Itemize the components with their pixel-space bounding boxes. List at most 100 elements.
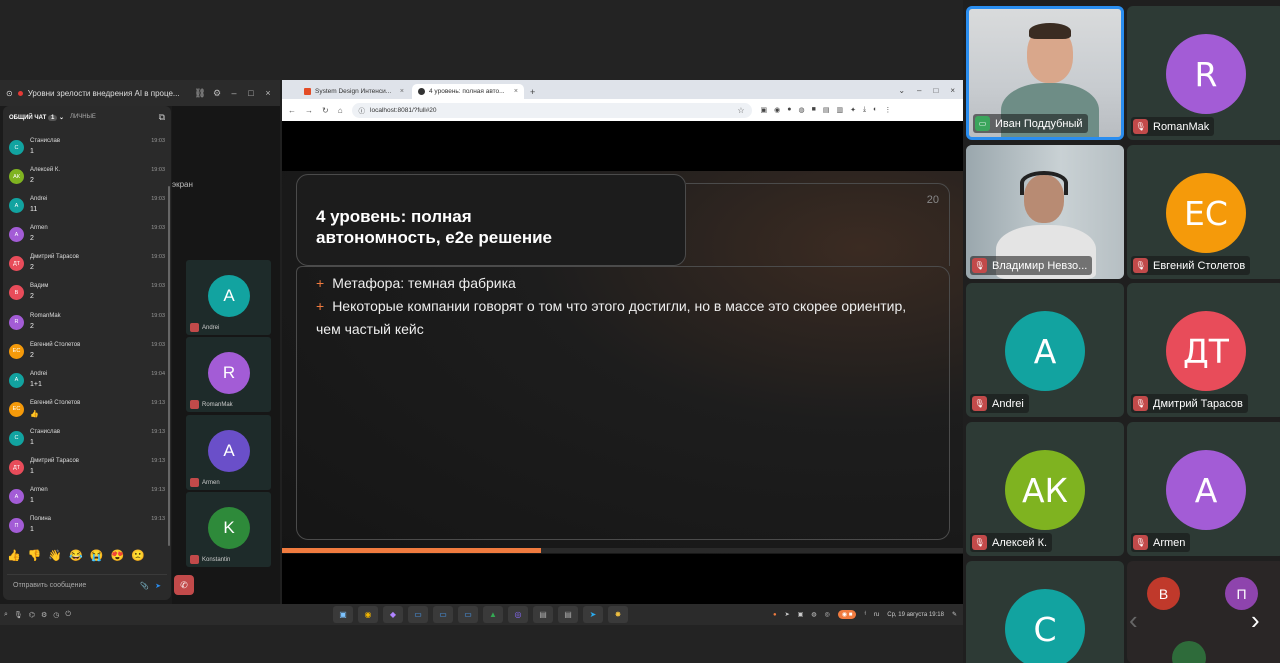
slide-title: 4 уровень: полная автономность, e2e реше…	[316, 206, 616, 248]
tray-icon[interactable]: ▣	[798, 611, 804, 618]
address-bar[interactable]: ⓘ localhost:8081/?full#20 ☆	[351, 102, 752, 118]
participant-tile[interactable]: A 🎙 Armen	[1127, 422, 1280, 556]
link-icon[interactable]: ⛓	[194, 88, 206, 99]
search-icon[interactable]: ⌕	[4, 611, 8, 619]
taskbar-app-drive[interactable]: ▲	[483, 606, 503, 623]
back-icon[interactable]: ←	[288, 106, 296, 115]
participant-label: 🎙 Armen	[1131, 533, 1191, 552]
tray-icon[interactable]: ⍿	[864, 611, 866, 618]
close-tab-icon[interactable]: ×	[400, 88, 404, 95]
participant-tile[interactable]: R 🎙 RomanMak	[1127, 6, 1280, 140]
browser-tab-1[interactable]: System Design Интенси... ×	[298, 84, 410, 99]
popout-icon[interactable]: ⧉	[159, 112, 165, 123]
avatar: АК	[1005, 450, 1085, 530]
chat-scrollbar[interactable]	[168, 186, 170, 546]
taskbar-app-assistant[interactable]: ◆	[383, 606, 403, 623]
emoji-reaction-button[interactable]: 😂	[69, 549, 83, 562]
participant-tile[interactable]: ДТ 🎙 Дмитрий Тарасов	[1127, 283, 1280, 417]
tray-icon[interactable]: ●	[773, 612, 777, 618]
browser-tab-2[interactable]: 4 уровень: полная авто... ×	[412, 84, 524, 99]
emoji-reaction-button[interactable]: 👍	[7, 549, 21, 562]
taskbar-app-folder[interactable]: ▤	[533, 606, 553, 623]
slide-bullet-1: + Метафора: темная фабрика	[316, 272, 926, 295]
extension-icon[interactable]: ●	[787, 106, 791, 114]
participant-tile[interactable]: С	[966, 561, 1124, 663]
minimize-icon[interactable]: –	[228, 88, 240, 98]
notifications-icon[interactable]: ✎	[952, 611, 957, 618]
emoji-reaction-button[interactable]: 🙁	[131, 549, 145, 562]
participant-tile[interactable]: 🎙 Владимир Невзо...	[966, 145, 1124, 279]
chevron-right-icon[interactable]: ›	[1251, 605, 1260, 636]
extension-icon[interactable]: ▤	[823, 106, 830, 114]
taskbar-app-telegram[interactable]: ➤	[583, 606, 603, 623]
keyboard-layout[interactable]: ru	[874, 612, 879, 618]
screen-top-area	[0, 0, 963, 80]
network-icon[interactable]: ⌬	[29, 611, 35, 619]
browser-toolbar: ← → ↻ ⌂ ⓘ localhost:8081/?full#20 ☆ ▣ ◉ …	[282, 99, 963, 121]
taskbar-app-files[interactable]: ▣	[333, 606, 353, 623]
message-input[interactable]: Отправить сообщение 📎 ➤	[7, 574, 167, 596]
download-icon[interactable]: ⤓	[863, 106, 866, 114]
emoji-reaction-button[interactable]: 👋	[48, 549, 62, 562]
close-icon[interactable]: ×	[262, 88, 274, 98]
send-icon[interactable]: ➤	[155, 582, 161, 590]
menu-icon[interactable]: ⋮	[884, 106, 891, 114]
forward-icon[interactable]: →	[305, 106, 313, 115]
tab-private-chat[interactable]: ЛИЧНЫЕ	[70, 114, 96, 120]
reload-icon[interactable]: ↻	[322, 106, 329, 115]
close-icon[interactable]: ×	[950, 86, 955, 95]
mic-icon[interactable]: 🎙	[14, 611, 23, 619]
extension-icon[interactable]: ◍	[799, 106, 805, 114]
tray-icon[interactable]: ◎	[825, 611, 830, 618]
avatar: A	[9, 372, 24, 388]
minimize-icon[interactable]: –	[917, 86, 921, 95]
participant-tile[interactable]: A 🎙 Andrei	[966, 283, 1124, 417]
participant-label: 🎙 Алексей К.	[970, 533, 1053, 552]
extension-icon[interactable]: ■	[812, 106, 816, 114]
clock-icon[interactable]: ◷	[53, 611, 59, 619]
extension-icon[interactable]: ▥	[836, 106, 843, 114]
screen-share-indicator[interactable]: ◉ ■	[837, 610, 857, 619]
hangup-button[interactable]: ✆	[174, 575, 194, 595]
new-tab-icon[interactable]: +	[526, 87, 539, 99]
taskbar-app-window[interactable]: ▭	[458, 606, 478, 623]
site-info-icon[interactable]: ⓘ	[359, 105, 366, 115]
tray-icon[interactable]: ➤	[785, 611, 790, 618]
extension-icon[interactable]: ▣	[761, 106, 768, 114]
taskbar-app-browser[interactable]: ◉	[358, 606, 378, 623]
emoji-reaction-button[interactable]: 😭	[90, 549, 104, 562]
taskbar-app-window[interactable]: ▭	[433, 606, 453, 623]
emoji-reaction-button[interactable]: 👎	[28, 549, 42, 562]
date-time[interactable]: Ср, 19 августа 19:18	[887, 612, 944, 618]
attach-icon[interactable]: 📎	[140, 582, 149, 590]
settings-icon[interactable]: ⚙	[41, 611, 47, 619]
participant-name: RomanMak	[1153, 120, 1210, 133]
avatar: R	[1166, 34, 1246, 114]
power-icon[interactable]: ⏻	[65, 611, 71, 619]
tab-general-chat[interactable]: ОБЩИЙ ЧАТ 1 ⌄	[9, 114, 64, 121]
chevron-down-icon[interactable]: ⌄	[59, 115, 64, 121]
message-time: 19:13	[151, 516, 165, 523]
home-icon[interactable]: ⌂	[338, 106, 343, 115]
chevron-left-icon[interactable]: ‹	[1129, 605, 1138, 636]
profile-icon[interactable]: ◐	[873, 106, 877, 114]
taskbar-app-window[interactable]: ▭	[408, 606, 428, 623]
taskbar-app-meet[interactable]: ◎	[508, 606, 528, 623]
bookmark-star-icon[interactable]: ☆	[737, 106, 744, 115]
gear-icon[interactable]: ⚙	[211, 88, 223, 99]
maximize-icon[interactable]: □	[933, 86, 938, 95]
participant-tile[interactable]: ▭ Иван Поддубный	[966, 6, 1124, 140]
maximize-icon[interactable]: □	[245, 88, 257, 98]
emoji-reaction-button[interactable]: 😍	[111, 549, 125, 562]
more-participants-tile[interactable]: В П ‹ ›	[1127, 561, 1280, 663]
tray-icon[interactable]: ◍	[811, 611, 816, 618]
tab-search-icon[interactable]: ⌄	[898, 86, 905, 95]
taskbar-app-folder[interactable]: ▤	[558, 606, 578, 623]
taskbar-app-other[interactable]: ✸	[608, 606, 628, 623]
slide-bullet-2: + Некоторые компании говорят о том что эт…	[316, 295, 926, 341]
participant-tile[interactable]: АК 🎙 Алексей К.	[966, 422, 1124, 556]
extension-icon[interactable]: ◉	[774, 106, 780, 114]
close-tab-icon[interactable]: ×	[514, 88, 518, 95]
participant-tile[interactable]: ЕС 🎙 Евгений Столетов	[1127, 145, 1280, 279]
extension-icon[interactable]: ✦	[850, 106, 856, 114]
